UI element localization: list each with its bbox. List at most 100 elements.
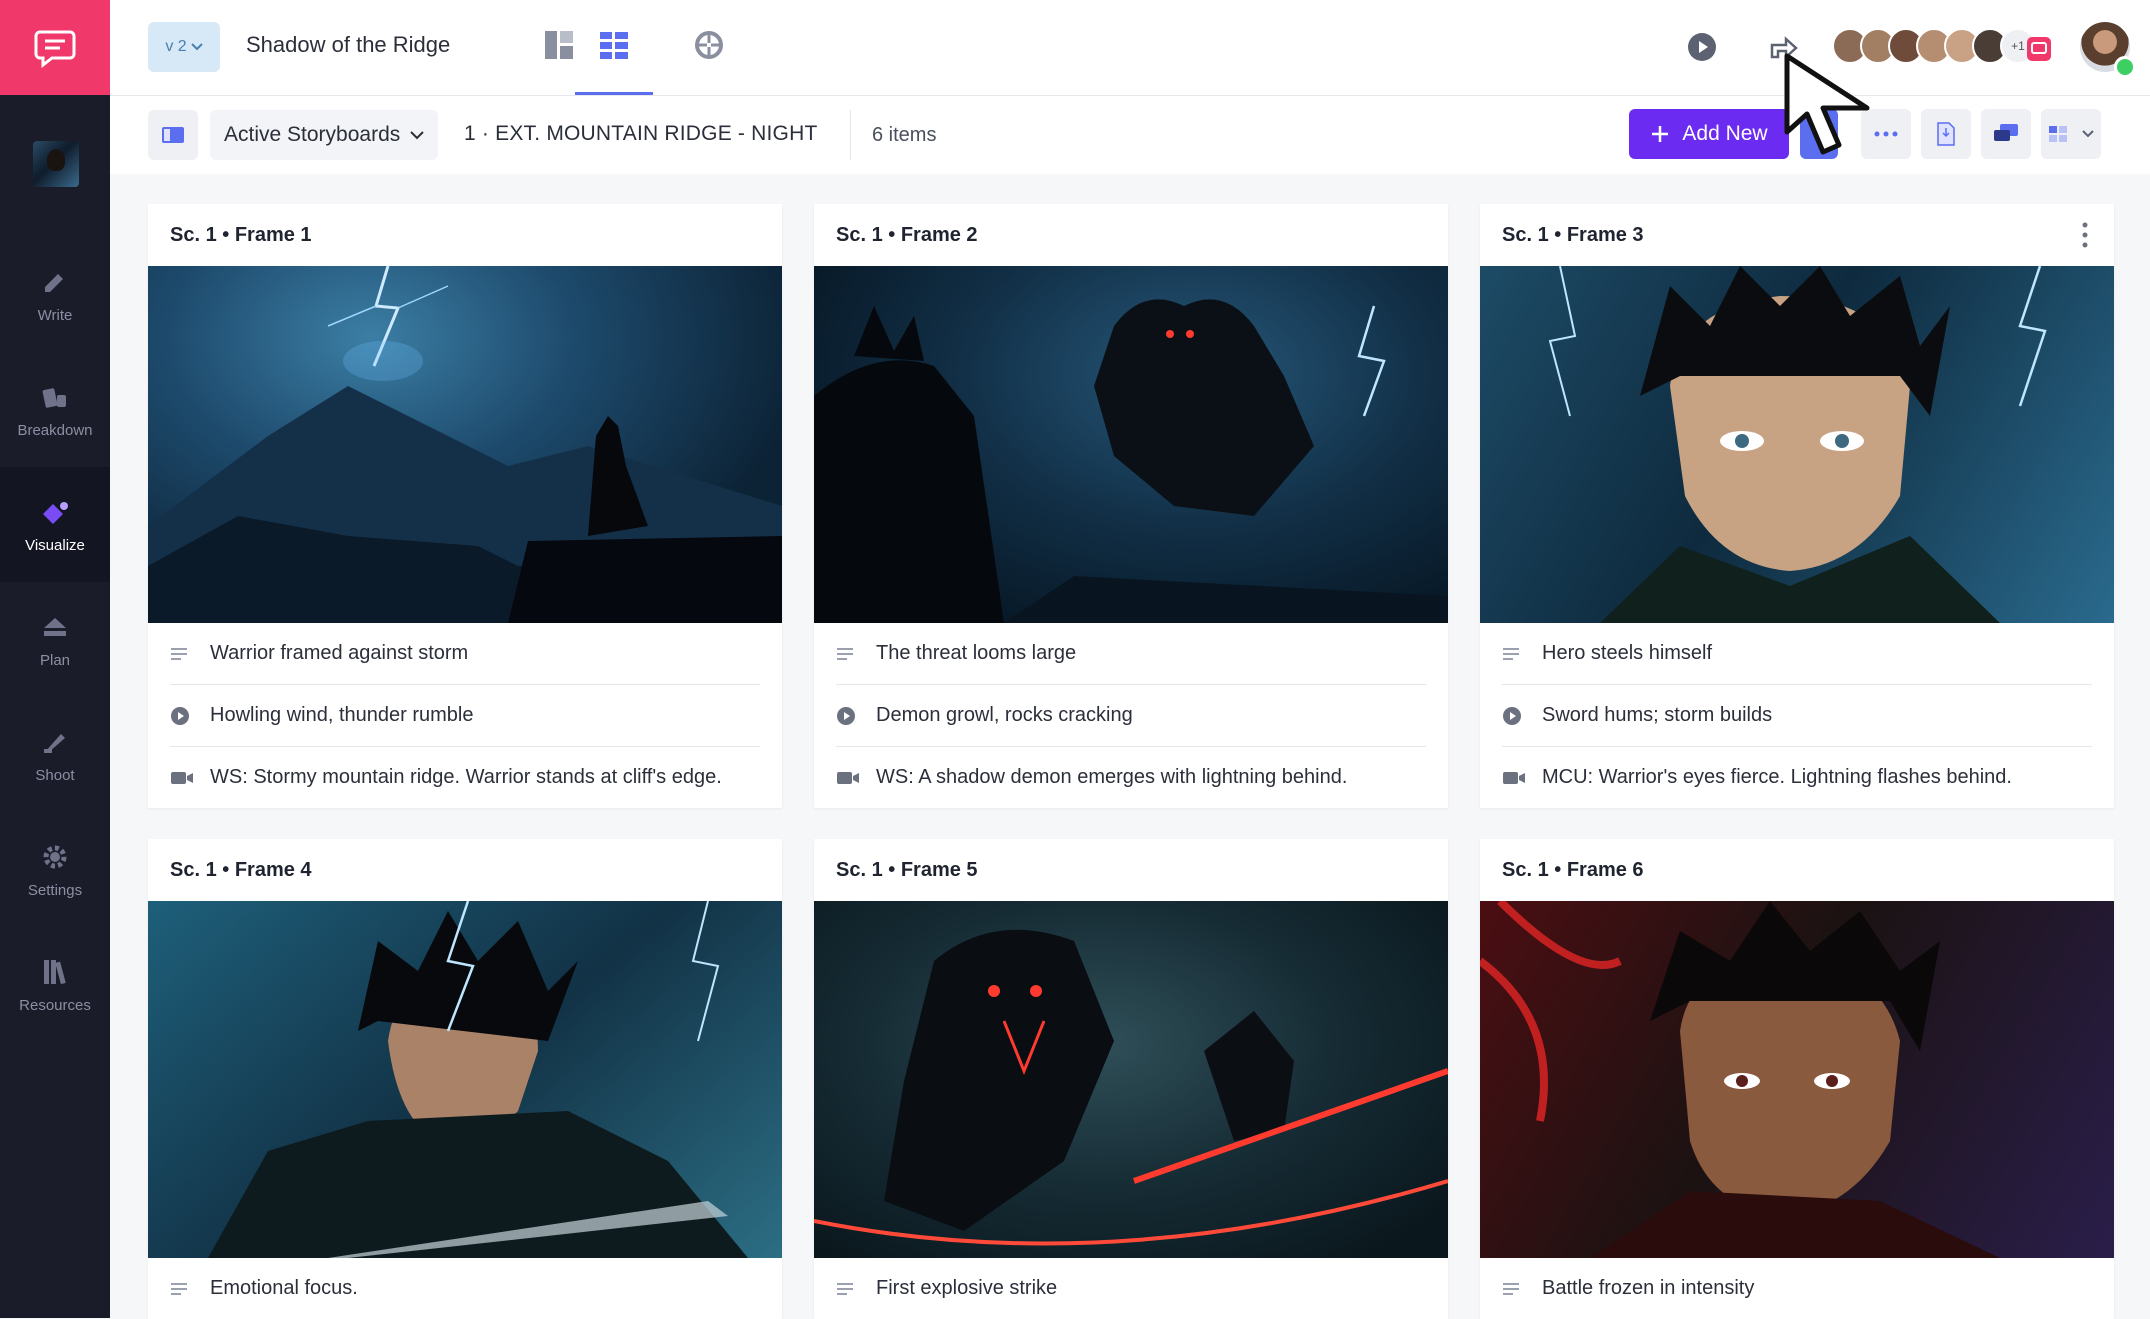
sidebar-item-label: Breakdown bbox=[17, 422, 93, 439]
text-lines-icon bbox=[837, 1282, 853, 1295]
chevron-down-icon bbox=[190, 43, 203, 51]
frame-shot: MCU: Warrior's eyes fierce. Lightning fl… bbox=[1542, 766, 2012, 788]
layout-grid-icon bbox=[2049, 126, 2067, 142]
frame-card-1[interactable]: Sc. 1 • Frame 1 Warrior framed against s… bbox=[148, 204, 782, 808]
chat-icon[interactable] bbox=[2026, 36, 2052, 62]
chevron-down-icon bbox=[410, 130, 424, 139]
frame-title: Sc. 1 • Frame 5 bbox=[836, 858, 978, 881]
frame-image[interactable] bbox=[148, 266, 782, 623]
pdf-icon bbox=[1937, 122, 1955, 146]
video-camera-icon bbox=[837, 771, 859, 784]
text-lines-icon bbox=[837, 647, 853, 660]
sidebar-item-label: Settings bbox=[27, 882, 83, 899]
audio-row[interactable]: Sword hums; storm builds bbox=[1502, 685, 2092, 747]
project-title: Shadow of the Ridge bbox=[246, 32, 451, 57]
frame-card-3[interactable]: Sc. 1 • Frame 3 Hero steels himself Swor… bbox=[1480, 204, 2114, 808]
tab-grid-view[interactable] bbox=[575, 20, 653, 95]
text-lines-icon bbox=[1503, 1282, 1519, 1295]
sidebar-item-label: Write bbox=[37, 307, 73, 324]
books-icon bbox=[44, 960, 66, 985]
frame-card-2[interactable]: Sc. 1 • Frame 2 The threat looms large D… bbox=[814, 204, 1448, 808]
aperture-icon bbox=[695, 31, 723, 59]
frame-image[interactable] bbox=[148, 901, 782, 1258]
sidebar-item-settings[interactable]: Settings bbox=[0, 812, 110, 927]
version-selector[interactable]: v 2 bbox=[148, 22, 220, 72]
description-row[interactable]: Hero steels himself bbox=[1502, 623, 2092, 685]
frame-card-4[interactable]: Sc. 1 • Frame 4 Emotional focus. bbox=[148, 839, 782, 1319]
sidebar-item-breakdown[interactable]: Breakdown bbox=[0, 352, 110, 467]
sidebar-item-write[interactable]: Write bbox=[0, 237, 110, 352]
visualize-icon bbox=[43, 502, 68, 524]
storyboard-dropdown[interactable]: Active Storyboards bbox=[210, 110, 439, 160]
kebab-menu-icon[interactable] bbox=[2082, 222, 2088, 248]
shot-row[interactable]: WS: A shadow demon emerges with lightnin… bbox=[836, 747, 1426, 808]
panel-icon bbox=[162, 127, 184, 143]
frame-card-6[interactable]: Sc. 1 • Frame 6 Battle frozen in intensi… bbox=[1480, 839, 2114, 1319]
frame-description: Emotional focus. bbox=[210, 1277, 358, 1299]
frame-image[interactable] bbox=[814, 901, 1448, 1258]
chevron-down-icon bbox=[2082, 130, 2094, 138]
plan-icon bbox=[44, 618, 66, 636]
layout-icon bbox=[545, 31, 573, 59]
add-new-button[interactable]: Add New bbox=[1629, 109, 1789, 159]
shot-row[interactable]: WS: Stormy mountain ridge. Warrior stand… bbox=[170, 747, 760, 808]
play-circle-icon bbox=[1503, 706, 1521, 725]
description-row[interactable]: First explosive strike bbox=[836, 1258, 1426, 1319]
more-dots-icon bbox=[1874, 131, 1898, 137]
frame-audio: Sword hums; storm builds bbox=[1542, 704, 1773, 726]
frame-image[interactable] bbox=[1480, 901, 2114, 1258]
add-new-label: Add New bbox=[1682, 122, 1768, 145]
app-logo[interactable] bbox=[0, 0, 110, 95]
online-status-dot bbox=[2114, 56, 2136, 78]
tab-aperture-view[interactable] bbox=[670, 20, 748, 95]
breakdown-icon bbox=[42, 388, 66, 408]
frame-description: Warrior framed against storm bbox=[210, 642, 469, 664]
battle-frozen-illustration bbox=[1480, 901, 2000, 1258]
audio-row[interactable]: Howling wind, thunder rumble bbox=[170, 685, 760, 747]
description-row[interactable]: The threat looms large bbox=[836, 623, 1426, 685]
sidebar-item-label: Visualize bbox=[25, 537, 85, 554]
play-circle-icon bbox=[837, 706, 855, 725]
sidebar-item-visualize[interactable]: Visualize bbox=[0, 467, 110, 582]
frame-title: Sc. 1 • Frame 1 bbox=[170, 223, 312, 246]
sidebar-item-plan[interactable]: Plan bbox=[0, 582, 110, 697]
sidebar-item-resources[interactable]: Resources bbox=[0, 927, 110, 1042]
text-lines-icon bbox=[171, 647, 187, 660]
frame-title: Sc. 1 • Frame 2 bbox=[836, 223, 978, 246]
frame-audio: Demon growl, rocks cracking bbox=[876, 704, 1133, 726]
present-button[interactable] bbox=[1981, 109, 2031, 159]
mouse-cursor-icon bbox=[1784, 53, 1870, 155]
gear-icon bbox=[43, 845, 67, 869]
shot-row[interactable]: MCU: Warrior's eyes fierce. Lightning fl… bbox=[1502, 747, 2092, 808]
first-strike-illustration bbox=[814, 929, 1448, 1246]
sidebar-item-label: Resources bbox=[19, 997, 91, 1014]
sidebar-item-label: Plan bbox=[39, 652, 71, 669]
frame-header: Sc. 1 • Frame 3 bbox=[1480, 204, 2114, 266]
description-row[interactable]: Warrior framed against storm bbox=[170, 623, 760, 685]
sidebar: Write Breakdown Visualize Plan Shoot Set… bbox=[0, 0, 110, 1318]
frame-title: Sc. 1 • Frame 6 bbox=[1502, 858, 1644, 881]
play-circle-icon[interactable] bbox=[1686, 31, 1718, 63]
warrior-lunge-illustration bbox=[208, 901, 748, 1258]
audio-row[interactable]: Demon growl, rocks cracking bbox=[836, 685, 1426, 747]
description-row[interactable]: Emotional focus. bbox=[170, 1258, 760, 1319]
grid-view-icon bbox=[600, 32, 628, 59]
divider bbox=[850, 110, 851, 160]
chat-logo-icon bbox=[34, 30, 76, 68]
frame-image[interactable] bbox=[1480, 266, 2114, 623]
project-avatar[interactable] bbox=[33, 141, 79, 187]
export-pdf-button[interactable] bbox=[1921, 109, 1971, 159]
sidebar-item-label: Shoot bbox=[35, 767, 75, 784]
frame-card-5[interactable]: Sc. 1 • Frame 5 First explosive strike bbox=[814, 839, 1448, 1319]
text-lines-icon bbox=[1503, 647, 1519, 660]
description-row[interactable]: Battle frozen in intensity bbox=[1502, 1258, 2092, 1319]
hero-closeup-illustration bbox=[1548, 266, 2047, 623]
text-lines-icon bbox=[171, 1282, 187, 1295]
storm-ridge-illustration bbox=[148, 266, 782, 623]
frame-image[interactable] bbox=[814, 266, 1448, 623]
sidebar-item-shoot[interactable]: Shoot bbox=[0, 697, 110, 812]
frame-shot: WS: Stormy mountain ridge. Warrior stand… bbox=[210, 766, 722, 788]
scene-heading: 1 · EXT. MOUNTAIN RIDGE - NIGHT bbox=[464, 122, 818, 145]
sidebar-toggle-button[interactable] bbox=[148, 110, 198, 160]
layout-select[interactable] bbox=[2041, 109, 2101, 159]
